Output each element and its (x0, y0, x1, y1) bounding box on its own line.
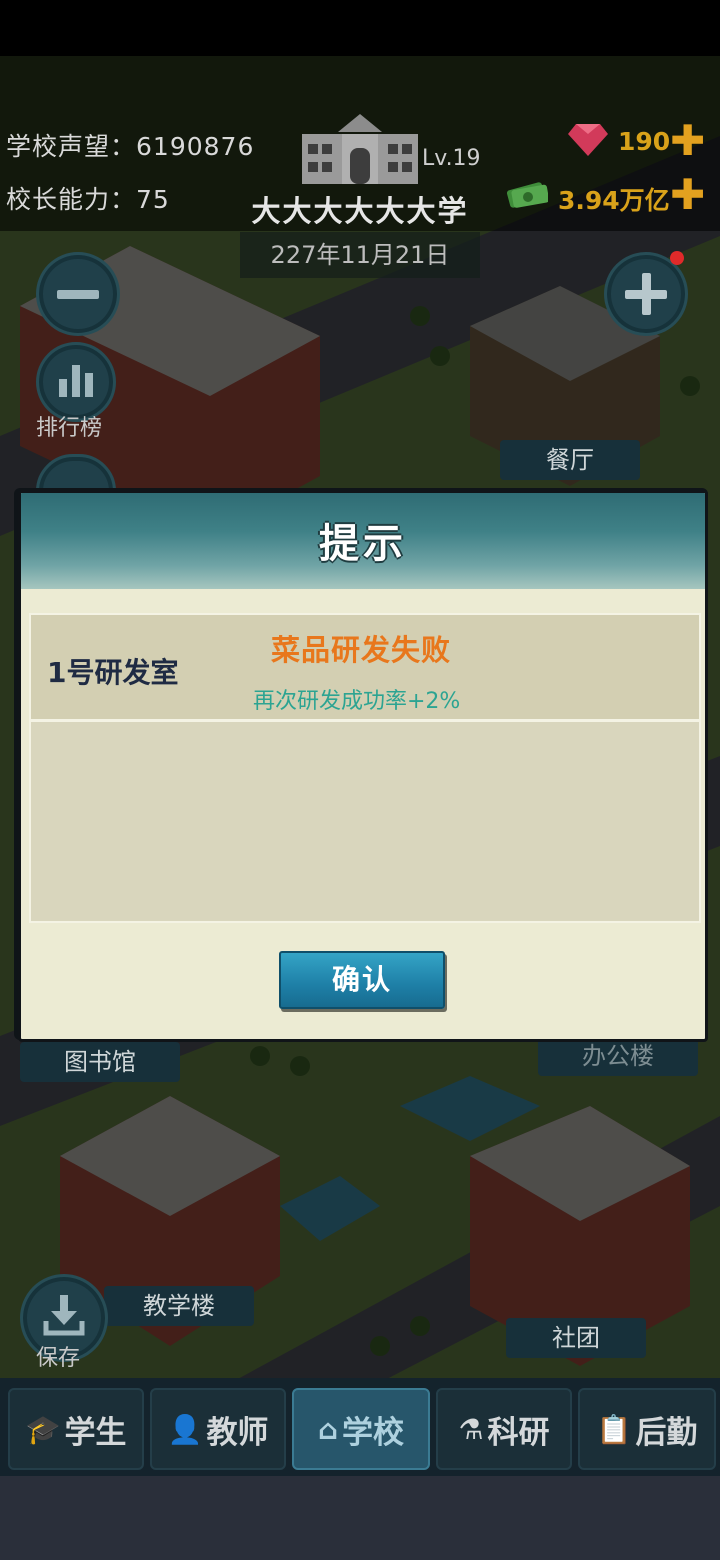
confirm-button[interactable]: 确认 (279, 951, 445, 1009)
reputation-value: 6190876 (136, 132, 255, 161)
money-amount: 3.94万亿 (558, 186, 670, 215)
add-money-button[interactable]: ✚ (670, 174, 705, 216)
money-icon (506, 182, 548, 208)
dialog-body: 1号研发室 菜品研发失败 再次研发成功率+2% (29, 613, 701, 923)
bar-chart-icon (59, 365, 93, 397)
tab-logistics[interactable]: 📋 后勤 (578, 1388, 716, 1470)
ranking-label: 排行榜 (36, 416, 103, 441)
gem-count: 190 (618, 127, 671, 156)
zoom-out-button[interactable] (36, 252, 120, 336)
school-level: Lv.19 (422, 146, 481, 171)
reputation-label-text: 学校声望： (6, 132, 137, 161)
canteen-label[interactable]: 餐厅 (500, 440, 640, 480)
status-bar (0, 0, 720, 56)
school-icon: ⌂ (317, 1412, 339, 1446)
bonus-text: 再次研发成功率+2% (253, 689, 461, 714)
tab-logistics-label: 后勤 (635, 1414, 698, 1451)
teacher-icon: 👤 (167, 1412, 203, 1446)
dialog-header: 提示 (21, 493, 705, 589)
tab-school[interactable]: ⌂ 学校 (292, 1388, 430, 1470)
tab-research[interactable]: ⚗ 科研 (436, 1388, 572, 1470)
add-gems-button[interactable]: ✚ (670, 120, 705, 162)
save-label: 保存 (36, 1346, 81, 1371)
school-building-icon[interactable] (302, 112, 418, 184)
library-label[interactable]: 图书馆 (20, 1042, 180, 1082)
reputation-label: 学校声望：6190876 (6, 127, 254, 163)
game-date: 227年11月21日 (240, 232, 480, 278)
system-nav-area (0, 1476, 720, 1560)
bottom-nav: 🎓 学生 👤 教师 ⌂ 学校 ⚗ 科研 📋 后勤 (0, 1378, 720, 1476)
result-row: 1号研发室 菜品研发失败 再次研发成功率+2% (31, 615, 699, 722)
gem-icon (568, 124, 608, 156)
tab-student[interactable]: 🎓 学生 (8, 1388, 144, 1470)
result-status: 菜品研发失败 (271, 633, 452, 667)
tip-dialog: 提示 1号研发室 菜品研发失败 再次研发成功率+2% 确认 (18, 490, 708, 1042)
student-icon: 🎓 (25, 1412, 61, 1446)
tab-research-label: 科研 (487, 1414, 550, 1451)
tab-student-label: 学生 (64, 1414, 127, 1451)
logistics-icon: 📋 (596, 1412, 632, 1446)
office-label[interactable]: 办公楼 (538, 1036, 698, 1076)
notification-dot (670, 251, 684, 265)
download-icon (43, 1295, 85, 1336)
lab-room-name: 1号研发室 (47, 656, 179, 689)
dialog-title: 提示 (319, 521, 407, 567)
tab-school-label: 学校 (342, 1414, 405, 1451)
teaching-building-label[interactable]: 教学楼 (104, 1286, 254, 1326)
tab-teacher[interactable]: 👤 教师 (150, 1388, 286, 1470)
research-icon: ⚗ (458, 1412, 484, 1446)
tab-teacher-label: 教师 (206, 1414, 269, 1451)
club-label[interactable]: 社团 (506, 1318, 646, 1358)
minus-icon (57, 290, 99, 299)
